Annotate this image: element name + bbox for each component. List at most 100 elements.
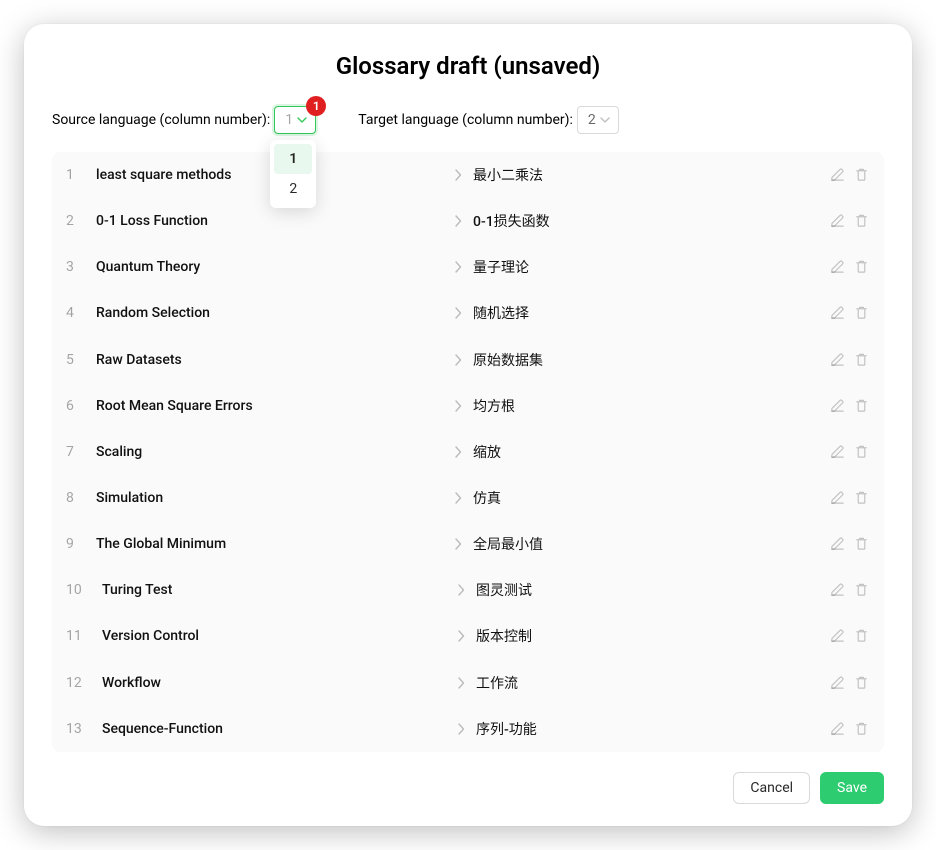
target-term: 0-1损失函数 <box>471 211 822 231</box>
target-term: 图灵测试 <box>474 580 822 600</box>
row-number: 7 <box>66 444 96 460</box>
table-row: 10Turing Test图灵测试 <box>52 567 884 613</box>
chevron-right-icon <box>445 169 471 181</box>
row-actions <box>822 444 870 460</box>
delete-icon[interactable] <box>854 582 870 598</box>
target-term: 仿真 <box>471 488 822 508</box>
target-term: 版本控制 <box>474 626 822 646</box>
chevron-right-icon <box>448 584 474 596</box>
edit-icon[interactable] <box>830 213 846 229</box>
chevron-right-icon <box>445 261 471 273</box>
source-term: Simulation <box>96 490 445 506</box>
dropdown-option-1[interactable]: 1 <box>274 144 312 174</box>
source-term: Root Mean Square Errors <box>96 398 445 414</box>
source-selector-badge: 1 <box>306 96 326 116</box>
table-row: 6Root Mean Square Errors均方根 <box>52 383 884 429</box>
chevron-right-icon <box>445 307 471 319</box>
row-number: 4 <box>66 305 96 321</box>
row-number: 2 <box>66 213 96 229</box>
row-number: 13 <box>66 721 102 737</box>
row-actions <box>822 628 870 644</box>
target-term: 量子理论 <box>471 257 822 277</box>
modal-footer: Cancel Save <box>24 752 912 826</box>
row-number: 9 <box>66 536 96 552</box>
row-actions <box>822 536 870 552</box>
table-row: 9The Global Minimum 全局最小值 <box>52 521 884 567</box>
row-number: 5 <box>66 352 96 368</box>
row-number: 12 <box>66 675 102 691</box>
row-actions <box>822 167 870 183</box>
edit-icon[interactable] <box>830 305 846 321</box>
row-actions <box>822 398 870 414</box>
row-actions <box>822 259 870 275</box>
edit-icon[interactable] <box>830 628 846 644</box>
chevron-right-icon <box>445 446 471 458</box>
target-term: 全局最小值 <box>471 534 822 554</box>
delete-icon[interactable] <box>854 398 870 414</box>
row-actions <box>822 305 870 321</box>
edit-icon[interactable] <box>830 352 846 368</box>
row-number: 11 <box>66 628 102 644</box>
source-term: Quantum Theory <box>96 259 445 275</box>
row-actions <box>822 675 870 691</box>
delete-icon[interactable] <box>854 352 870 368</box>
source-term: The Global Minimum <box>96 536 445 552</box>
glossary-draft-modal: Glossary draft (unsaved) Source language… <box>24 24 912 826</box>
table-row: 11Version Control版本控制 <box>52 613 884 659</box>
delete-icon[interactable] <box>854 536 870 552</box>
target-language-select[interactable]: 2 <box>577 106 619 134</box>
modal-title: Glossary draft (unsaved) <box>24 52 912 80</box>
table-row: 13Sequence-Function 序列-功能 <box>52 706 884 752</box>
chevron-right-icon <box>448 723 474 735</box>
source-language-select-value: 1 <box>285 112 293 128</box>
delete-icon[interactable] <box>854 444 870 460</box>
chevron-down-icon <box>600 115 610 125</box>
delete-icon[interactable] <box>854 167 870 183</box>
chevron-right-icon <box>445 215 471 227</box>
delete-icon[interactable] <box>854 675 870 691</box>
target-term: 均方根 <box>471 396 822 416</box>
target-term: 缩放 <box>471 442 822 462</box>
source-term: Random Selection <box>96 305 445 321</box>
delete-icon[interactable] <box>854 721 870 737</box>
row-actions <box>822 352 870 368</box>
delete-icon[interactable] <box>854 213 870 229</box>
delete-icon[interactable] <box>854 305 870 321</box>
source-term: Sequence-Function <box>102 721 448 737</box>
glossary-table: 1least square methods最小二乘法20-1 Loss Func… <box>52 152 884 752</box>
edit-icon[interactable] <box>830 490 846 506</box>
row-number: 1 <box>66 167 96 183</box>
chevron-right-icon <box>448 677 474 689</box>
source-language-selector-group: Source language (column number): 1 1 1 2 <box>52 106 316 134</box>
row-actions <box>822 213 870 229</box>
chevron-down-icon <box>297 115 307 125</box>
save-button[interactable]: Save <box>820 772 884 804</box>
edit-icon[interactable] <box>830 444 846 460</box>
target-term: 原始数据集 <box>471 350 822 370</box>
edit-icon[interactable] <box>830 721 846 737</box>
delete-icon[interactable] <box>854 490 870 506</box>
target-term: 序列-功能 <box>474 719 822 739</box>
edit-icon[interactable] <box>830 675 846 691</box>
source-language-label: Source language (column number): <box>52 112 270 128</box>
row-actions <box>822 490 870 506</box>
cancel-button[interactable]: Cancel <box>733 772 810 804</box>
target-term: 最小二乘法 <box>471 165 822 185</box>
chevron-right-icon <box>445 400 471 412</box>
chevron-right-icon <box>445 492 471 504</box>
edit-icon[interactable] <box>830 167 846 183</box>
delete-icon[interactable] <box>854 259 870 275</box>
target-term: 工作流 <box>474 673 822 693</box>
chevron-right-icon <box>445 538 471 550</box>
delete-icon[interactable] <box>854 628 870 644</box>
table-row: 12Workflow工作流 <box>52 660 884 706</box>
edit-icon[interactable] <box>830 259 846 275</box>
row-actions <box>822 582 870 598</box>
edit-icon[interactable] <box>830 536 846 552</box>
edit-icon[interactable] <box>830 398 846 414</box>
edit-icon[interactable] <box>830 582 846 598</box>
source-term: Raw Datasets <box>96 352 445 368</box>
dropdown-option-2[interactable]: 2 <box>274 174 312 204</box>
table-row: 3Quantum Theory量子理论 <box>52 244 884 290</box>
row-actions <box>822 721 870 737</box>
